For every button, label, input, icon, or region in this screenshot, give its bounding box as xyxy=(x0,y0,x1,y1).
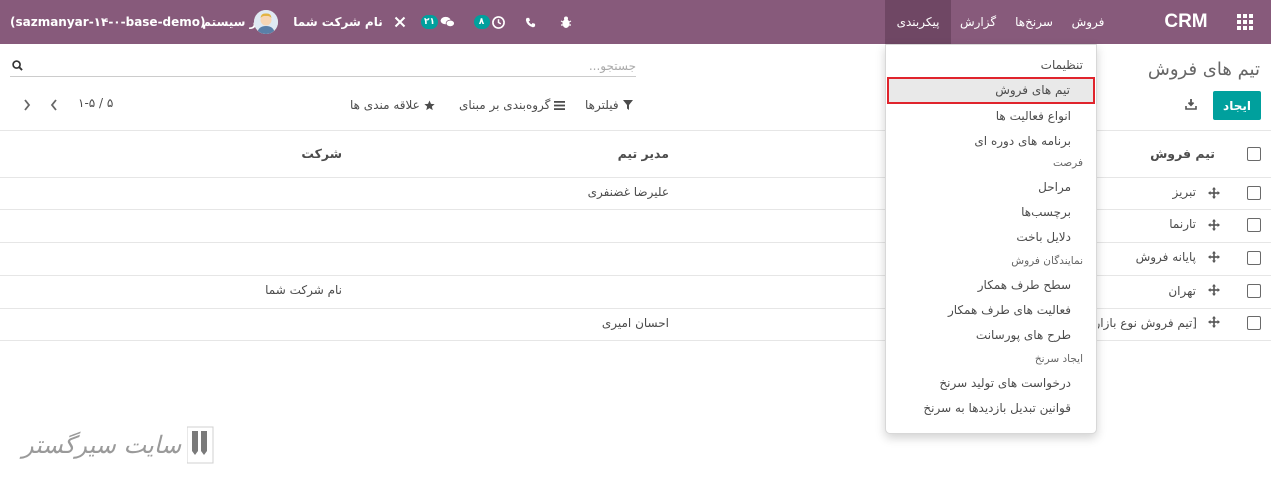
favorites-button[interactable]: علاقه مندی ها xyxy=(350,96,435,114)
team-name-cell[interactable]: پایانه فروش xyxy=(1136,250,1196,264)
download-icon[interactable] xyxy=(1185,98,1197,113)
search-icon[interactable] xyxy=(12,60,23,74)
page-title: تیم های فروش xyxy=(1147,59,1260,80)
dropdown-item-sales-teams[interactable]: تیم های فروش xyxy=(887,77,1095,104)
row-checkbox[interactable] xyxy=(1247,316,1261,330)
filter-icon xyxy=(622,100,633,110)
dropdown-header-opportunity: فرصت xyxy=(1052,157,1083,169)
messaging-menu[interactable]: ۲۱ xyxy=(418,0,458,44)
dropdown-item-visits-to-leads-rules[interactable]: قوانین تبدیل بازدیدها به سرنخ xyxy=(886,396,1096,420)
search-box xyxy=(10,57,636,77)
team-name-cell[interactable]: تهران xyxy=(1168,284,1196,298)
team-name-cell[interactable]: [تیم فروش نوع بازار xyxy=(1098,316,1197,330)
team-leader-cell[interactable]: احسان امیری xyxy=(602,316,669,330)
drag-handle-icon[interactable] xyxy=(1208,251,1220,266)
groupby-button[interactable]: گروه‌بندی بر مبنای xyxy=(459,96,566,114)
menu-leads[interactable]: سرنخ‌ها xyxy=(1006,0,1062,44)
pager-previous-icon[interactable] xyxy=(46,97,62,113)
dropdown-item-stages[interactable]: مراحل xyxy=(886,175,1096,199)
dropdown-item-lead-generation-requests[interactable]: درخواست های تولید سرنخ xyxy=(886,371,1096,395)
groupby-label: گروه‌بندی بر مبنای xyxy=(459,98,551,112)
watermark-logo-icon xyxy=(187,426,214,464)
dropdown-item-activity-types[interactable]: انواع فعالیت ها xyxy=(886,104,1096,128)
app-brand[interactable]: CRM xyxy=(1156,0,1216,44)
clock-icon xyxy=(491,15,505,29)
list-icon xyxy=(554,100,566,110)
drag-handle-icon[interactable] xyxy=(1208,219,1220,234)
menu-sales[interactable]: فروش xyxy=(1066,0,1110,44)
message-count-badge: ۲۱ xyxy=(421,15,438,29)
row-checkbox[interactable] xyxy=(1247,218,1261,232)
dropdown-item-partner-levels[interactable]: سطح طرف همکار xyxy=(886,273,1096,297)
activity-count-badge: ۸ xyxy=(473,15,490,29)
menu-reporting[interactable]: گزارش xyxy=(954,0,1002,44)
company-cell[interactable]: نام شرکت شما xyxy=(265,283,342,297)
dropdown-item-partner-activities[interactable]: فعالیت های طرف همکار xyxy=(886,298,1096,322)
column-header-leader[interactable]: مدیر تیم xyxy=(618,146,669,161)
row-checkbox[interactable] xyxy=(1247,284,1261,298)
team-leader-cell[interactable]: علیرضا غضنفری xyxy=(588,185,669,199)
drag-handle-icon[interactable] xyxy=(1208,187,1220,202)
dropdown-header-lead-generation: ایجاد سرنخ xyxy=(1034,353,1083,365)
drag-handle-icon[interactable] xyxy=(1208,284,1220,299)
select-all-checkbox[interactable] xyxy=(1247,147,1261,161)
team-name-cell[interactable]: تبریز xyxy=(1172,185,1196,199)
configuration-dropdown: تنظیمات تیم های فروش انواع فعالیت ها برن… xyxy=(885,44,1097,434)
menu-configuration[interactable]: پیکربندی xyxy=(885,0,951,44)
pager-value[interactable]: ۱-۵ / ۵ xyxy=(78,96,113,110)
dropdown-item-commission-plans[interactable]: طرح های پورسانت xyxy=(886,323,1096,347)
user-avatar[interactable] xyxy=(248,0,278,44)
favorites-label: علاقه مندی ها xyxy=(350,98,420,112)
dropdown-item-tags[interactable]: برچسب‌ها xyxy=(886,200,1096,224)
row-checkbox[interactable] xyxy=(1247,186,1261,200)
row-checkbox[interactable] xyxy=(1247,251,1261,265)
search-input[interactable] xyxy=(36,57,636,75)
tools-icon[interactable] xyxy=(390,0,410,44)
apps-menu-icon[interactable] xyxy=(1233,0,1257,44)
drag-handle-icon[interactable] xyxy=(1208,316,1220,331)
database-name: (sazmanyar-۱۴-۰-base-demo) xyxy=(10,15,206,29)
filters-button[interactable]: فیلترها xyxy=(585,96,633,114)
column-header-company[interactable]: شرکت xyxy=(301,146,342,161)
watermark-text: سایت سیرگستر xyxy=(22,431,182,459)
filters-label: فیلترها xyxy=(585,98,619,112)
dropdown-settings[interactable]: تنظیمات xyxy=(886,53,1096,77)
star-icon xyxy=(424,99,435,110)
watermark-logo: سایت سیرگستر xyxy=(22,425,215,465)
top-navbar: CRM فروش سرنخ‌ها گزارش پیکربندی ۸ ۲۱ نام… xyxy=(0,0,1271,44)
dropdown-item-lost-reasons[interactable]: دلایل باخت xyxy=(886,225,1096,249)
create-button[interactable]: ایجاد xyxy=(1213,91,1261,120)
dropdown-item-recurring-plans[interactable]: برنامه های دوره ای xyxy=(886,129,1096,153)
column-header-team[interactable]: تیم فروش xyxy=(1150,146,1215,161)
activities-menu[interactable]: ۸ xyxy=(470,0,508,44)
dropdown-header-sales-reps: نمایندگان فروش xyxy=(1011,255,1083,267)
pager-next-icon[interactable] xyxy=(19,97,35,113)
chat-icon xyxy=(440,16,455,27)
team-name-cell[interactable]: تارنما xyxy=(1169,217,1196,231)
phone-icon[interactable] xyxy=(520,0,540,44)
company-switcher[interactable]: نام شرکت شما xyxy=(293,0,382,44)
debug-bug-icon[interactable] xyxy=(556,0,576,44)
